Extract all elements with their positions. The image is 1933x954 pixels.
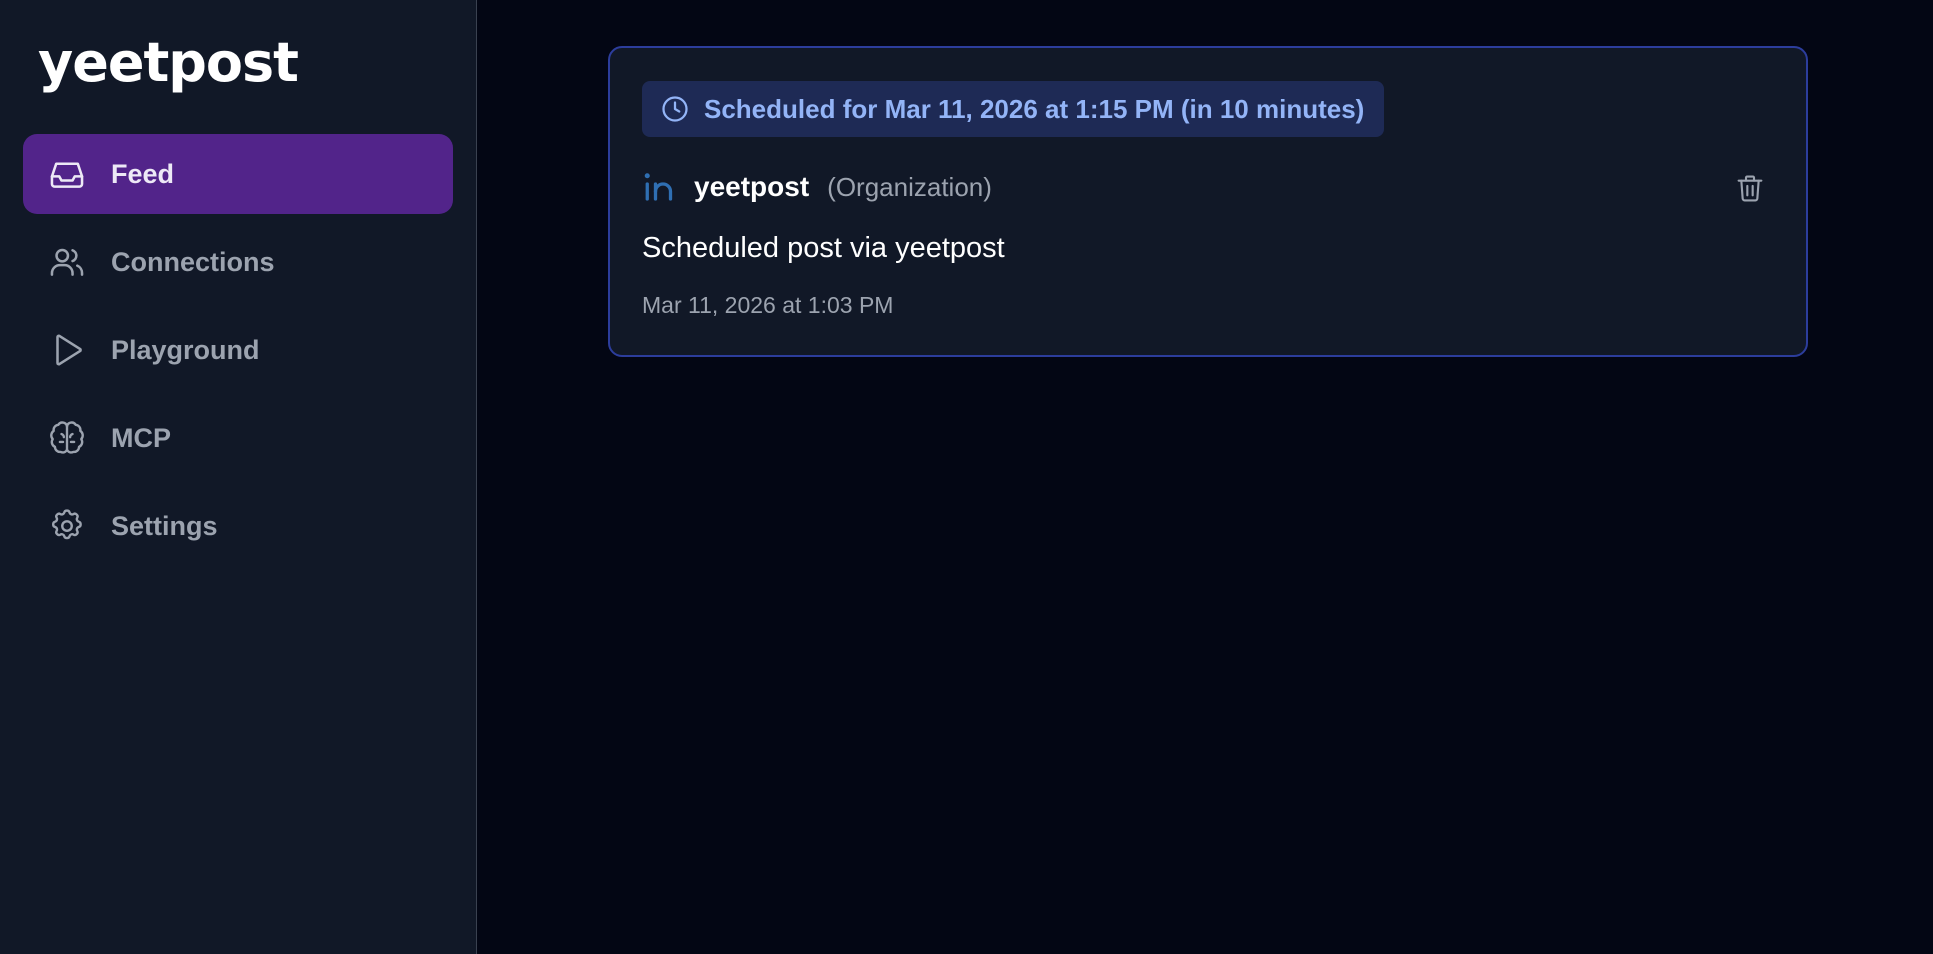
trash-icon: [1734, 172, 1766, 204]
sidebar-item-connections[interactable]: Connections: [23, 222, 453, 302]
delete-post-button[interactable]: [1730, 168, 1770, 208]
main-content: Scheduled for Mar 11, 2026 at 1:15 PM (i…: [477, 0, 1933, 954]
gear-icon: [47, 506, 87, 546]
app-logo[interactable]: yeetpost: [38, 28, 299, 98]
sidebar-item-label: Playground: [111, 334, 260, 365]
sidebar-item-label: MCP: [111, 422, 171, 453]
clock-icon: [660, 94, 690, 124]
schedule-badge: Scheduled for Mar 11, 2026 at 1:15 PM (i…: [642, 81, 1385, 137]
account-row: yeetpost (Organization): [642, 166, 992, 208]
post-content: Scheduled post via yeetpost: [642, 232, 1005, 264]
inbox-icon: [47, 154, 87, 194]
brain-icon: [47, 418, 87, 458]
linkedin-icon: [642, 169, 678, 205]
account-name: yeetpost: [694, 171, 810, 202]
sidebar-item-label: Settings: [111, 510, 218, 541]
sidebar-item-label: Feed: [111, 158, 175, 189]
users-icon: [47, 242, 87, 282]
app-root: yeetpost Feed Connections Playground MCP…: [0, 0, 1933, 954]
sidebar-item-feed[interactable]: Feed: [23, 134, 453, 214]
account-type: (Organization): [827, 171, 992, 202]
play-icon: [47, 330, 87, 370]
sidebar-item-settings[interactable]: Settings: [23, 486, 453, 566]
post-created-date: Mar 11, 2026 at 1:03 PM: [642, 292, 894, 318]
scheduled-post-card[interactable]: Scheduled for Mar 11, 2026 at 1:15 PM (i…: [608, 46, 1808, 357]
sidebar-nav: Feed Connections Playground MCP Settings: [23, 134, 453, 574]
sidebar-item-mcp[interactable]: MCP: [23, 398, 453, 478]
schedule-label: Scheduled for Mar 11, 2026 at 1:15 PM (i…: [704, 93, 1365, 124]
sidebar: yeetpost Feed Connections Playground MCP…: [0, 0, 477, 954]
sidebar-item-label: Connections: [111, 246, 275, 277]
sidebar-item-playground[interactable]: Playground: [23, 310, 453, 390]
